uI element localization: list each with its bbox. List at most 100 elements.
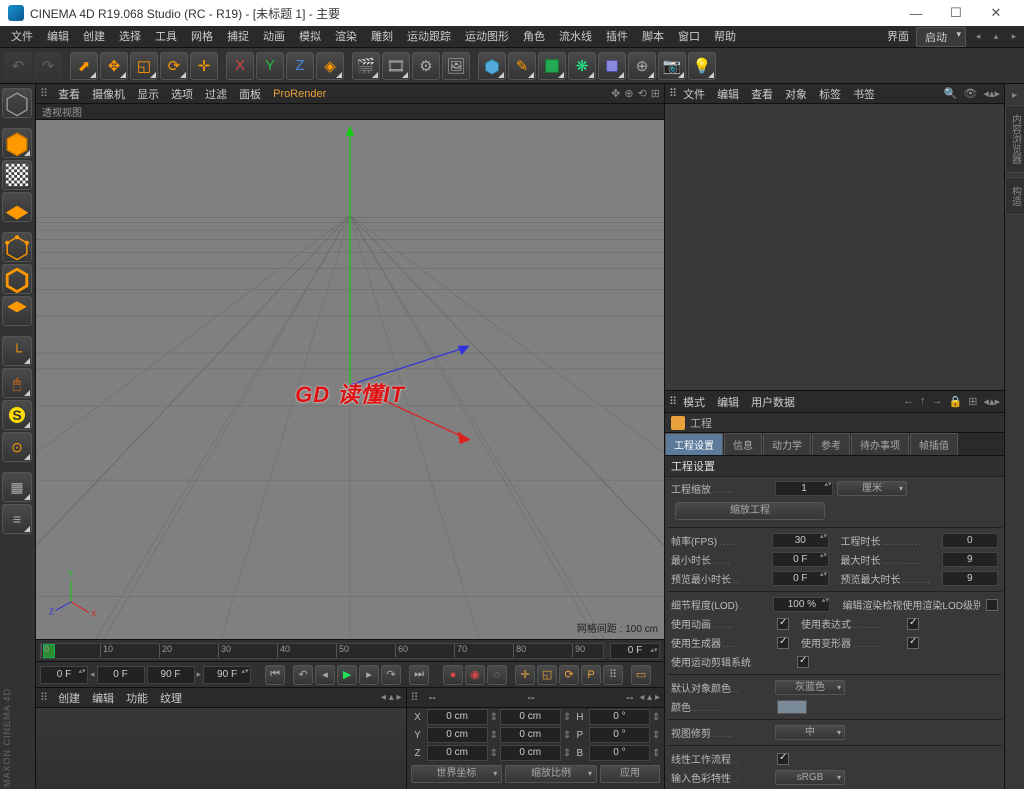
goto-end-button[interactable]: ⏭ [409, 665, 429, 685]
layers-button[interactable]: ≡ [2, 504, 32, 534]
axis-x-toggle[interactable]: X [226, 52, 254, 80]
right-tab-layers[interactable]: 构造 [1005, 177, 1024, 215]
prev-key-button[interactable]: ↶ [293, 665, 313, 685]
timeline-end-field[interactable]: 0 F▴▾ [610, 643, 660, 659]
attr-lodrender-checkbox[interactable] [986, 599, 998, 611]
soft-select-button[interactable]: ⊙ [2, 432, 32, 462]
menu-插件[interactable]: 插件 [599, 31, 635, 43]
menu-捕捉[interactable]: 捕捉 [220, 31, 256, 43]
attrmenu-模式[interactable]: 模式 [677, 397, 711, 409]
ommenu-书签[interactable]: 书签 [847, 89, 881, 101]
attr-tab-2[interactable]: 动力学 [763, 433, 811, 455]
range-start-field[interactable]: 0 F [97, 666, 145, 684]
vpmenu-过滤[interactable]: 过滤 [199, 89, 233, 101]
render-settings-button[interactable]: ⚙ [412, 52, 440, 80]
coord-rot-field[interactable]: 0 ° [589, 709, 650, 725]
scale-key-button[interactable]: ◱ [537, 665, 557, 685]
minimize-button[interactable]: — [896, 0, 936, 26]
move-tool[interactable]: ✥ [100, 52, 128, 80]
right-tab-structure[interactable]: 内容浏览器 [1005, 105, 1024, 173]
attr-maxlen-field[interactable]: 9 [942, 552, 998, 567]
vp-zoom-icon[interactable]: ⊕ [624, 87, 633, 100]
ommenu-对象[interactable]: 对象 [779, 89, 813, 101]
keyframe-sel-button[interactable]: ◌ [487, 665, 507, 685]
attr-fwd-icon[interactable]: → [932, 395, 943, 408]
rot-key-button[interactable]: ⟳ [559, 665, 579, 685]
light-button[interactable]: 💡 [688, 52, 716, 80]
play-button[interactable]: ▶ [337, 665, 357, 685]
coord-rot-field[interactable]: 0 ° [589, 745, 650, 761]
coord-pos-field[interactable]: 0 cm [427, 709, 488, 725]
vp-rotate-icon[interactable]: ⟲ [638, 87, 647, 100]
menu-文件[interactable]: 文件 [4, 31, 40, 43]
attr-lock-icon[interactable]: 🔒 [949, 395, 963, 408]
attr-tab-5[interactable]: 帧插值 [910, 433, 958, 455]
menu-雕刻[interactable]: 雕刻 [364, 31, 400, 43]
camera-button[interactable]: 📷 [658, 52, 686, 80]
menu-网格[interactable]: 网格 [184, 31, 220, 43]
menu-运动跟踪[interactable]: 运动跟踪 [400, 31, 458, 43]
matmenu-功能[interactable]: 功能 [120, 693, 154, 705]
snap-toggle-button[interactable]: S [2, 400, 32, 430]
current-frame-field[interactable]: 0 F▴▾ [40, 666, 88, 684]
primitive-cube-button[interactable] [478, 52, 506, 80]
viewport-solo-button[interactable]: ▦ [2, 472, 32, 502]
texture-mode-button[interactable] [2, 160, 32, 190]
menu-选择[interactable]: 选择 [112, 31, 148, 43]
vpmenu-选项[interactable]: 选项 [165, 89, 199, 101]
vp-nav-icon[interactable]: ✥ [611, 87, 620, 100]
coord-rot-field[interactable]: 0 ° [589, 727, 650, 743]
make-editable-button[interactable] [2, 88, 32, 118]
panel-grip-icon[interactable]: ⠿ [669, 87, 677, 100]
coord-size-field[interactable]: 0 cm [500, 709, 561, 725]
coord-size-field[interactable]: 0 cm [500, 727, 561, 743]
attr-projtime-field[interactable]: 0 [942, 533, 998, 548]
matmenu-创建[interactable]: 创建 [52, 693, 86, 705]
mograph-button[interactable]: ❋ [568, 52, 596, 80]
attr-gen-checkbox[interactable] [777, 637, 789, 649]
edge-mode-button[interactable] [2, 264, 32, 294]
panel-grip-icon[interactable]: ⠿ [669, 395, 677, 408]
timeline-window-button[interactable]: ▭ [631, 665, 651, 685]
model-mode-button[interactable] [2, 128, 32, 158]
vpmenu-面板[interactable]: 面板 [233, 89, 267, 101]
maximize-button[interactable]: ☐ [936, 0, 976, 26]
object-manager-tree[interactable] [665, 104, 1004, 390]
ommenu-文件[interactable]: 文件 [677, 89, 711, 101]
layout-next-icon[interactable]: ▸ [1008, 31, 1020, 43]
generator-button[interactable] [538, 52, 566, 80]
om-eye-icon[interactable]: 👁 [963, 88, 977, 100]
attr-prevmax-field[interactable]: 9 [942, 571, 998, 586]
vpmenu-显示[interactable]: 显示 [131, 89, 165, 101]
attr-motion-checkbox[interactable] [797, 656, 809, 668]
prev-frame-button[interactable]: ◂ [315, 665, 335, 685]
axis-z-toggle[interactable]: Z [286, 52, 314, 80]
next-key-button[interactable]: ↷ [381, 665, 401, 685]
panel-options-icon[interactable]: ▸ [1012, 90, 1017, 101]
select-tool[interactable]: ⬈ [70, 52, 98, 80]
coord-system-button[interactable]: ◈ [316, 52, 344, 80]
matmenu-编辑[interactable]: 编辑 [86, 693, 120, 705]
coord-system-dropdown[interactable]: 世界坐标 [411, 765, 503, 783]
attr-defcolor-dropdown[interactable]: 灰蓝色 [775, 680, 845, 695]
material-grid[interactable] [36, 708, 406, 789]
pos-key-button[interactable]: ✛ [515, 665, 535, 685]
menu-脚本[interactable]: 脚本 [635, 31, 671, 43]
attr-scale-unit-dropdown[interactable]: 厘米 [837, 481, 907, 496]
layout-up-icon[interactable]: ▴ [990, 31, 1002, 43]
attr-color-swatch[interactable] [777, 700, 807, 714]
scale-tool[interactable]: ◱ [130, 52, 158, 80]
spline-pen-button[interactable]: ✎ [508, 52, 536, 80]
attr-deform-checkbox[interactable] [907, 637, 919, 649]
attr-vclip-dropdown[interactable]: 中 [775, 725, 845, 740]
next-frame-button[interactable]: ▸ [359, 665, 379, 685]
attr-tab-1[interactable]: 信息 [724, 433, 762, 455]
panel-options-icon[interactable]: ◂▴▸ [983, 395, 1000, 408]
panel-grip-icon[interactable]: ⠿ [40, 87, 48, 100]
attr-linear-checkbox[interactable] [777, 753, 789, 765]
axis-mode-button[interactable]: └ [2, 336, 32, 366]
attr-scale-project-button[interactable]: 缩放工程 [675, 502, 825, 520]
timeline-ruler[interactable]: 0102030405060708090 0 F▴▾ [36, 639, 664, 661]
point-mode-button[interactable] [2, 232, 32, 262]
coord-apply-button[interactable]: 应用 [600, 765, 660, 783]
